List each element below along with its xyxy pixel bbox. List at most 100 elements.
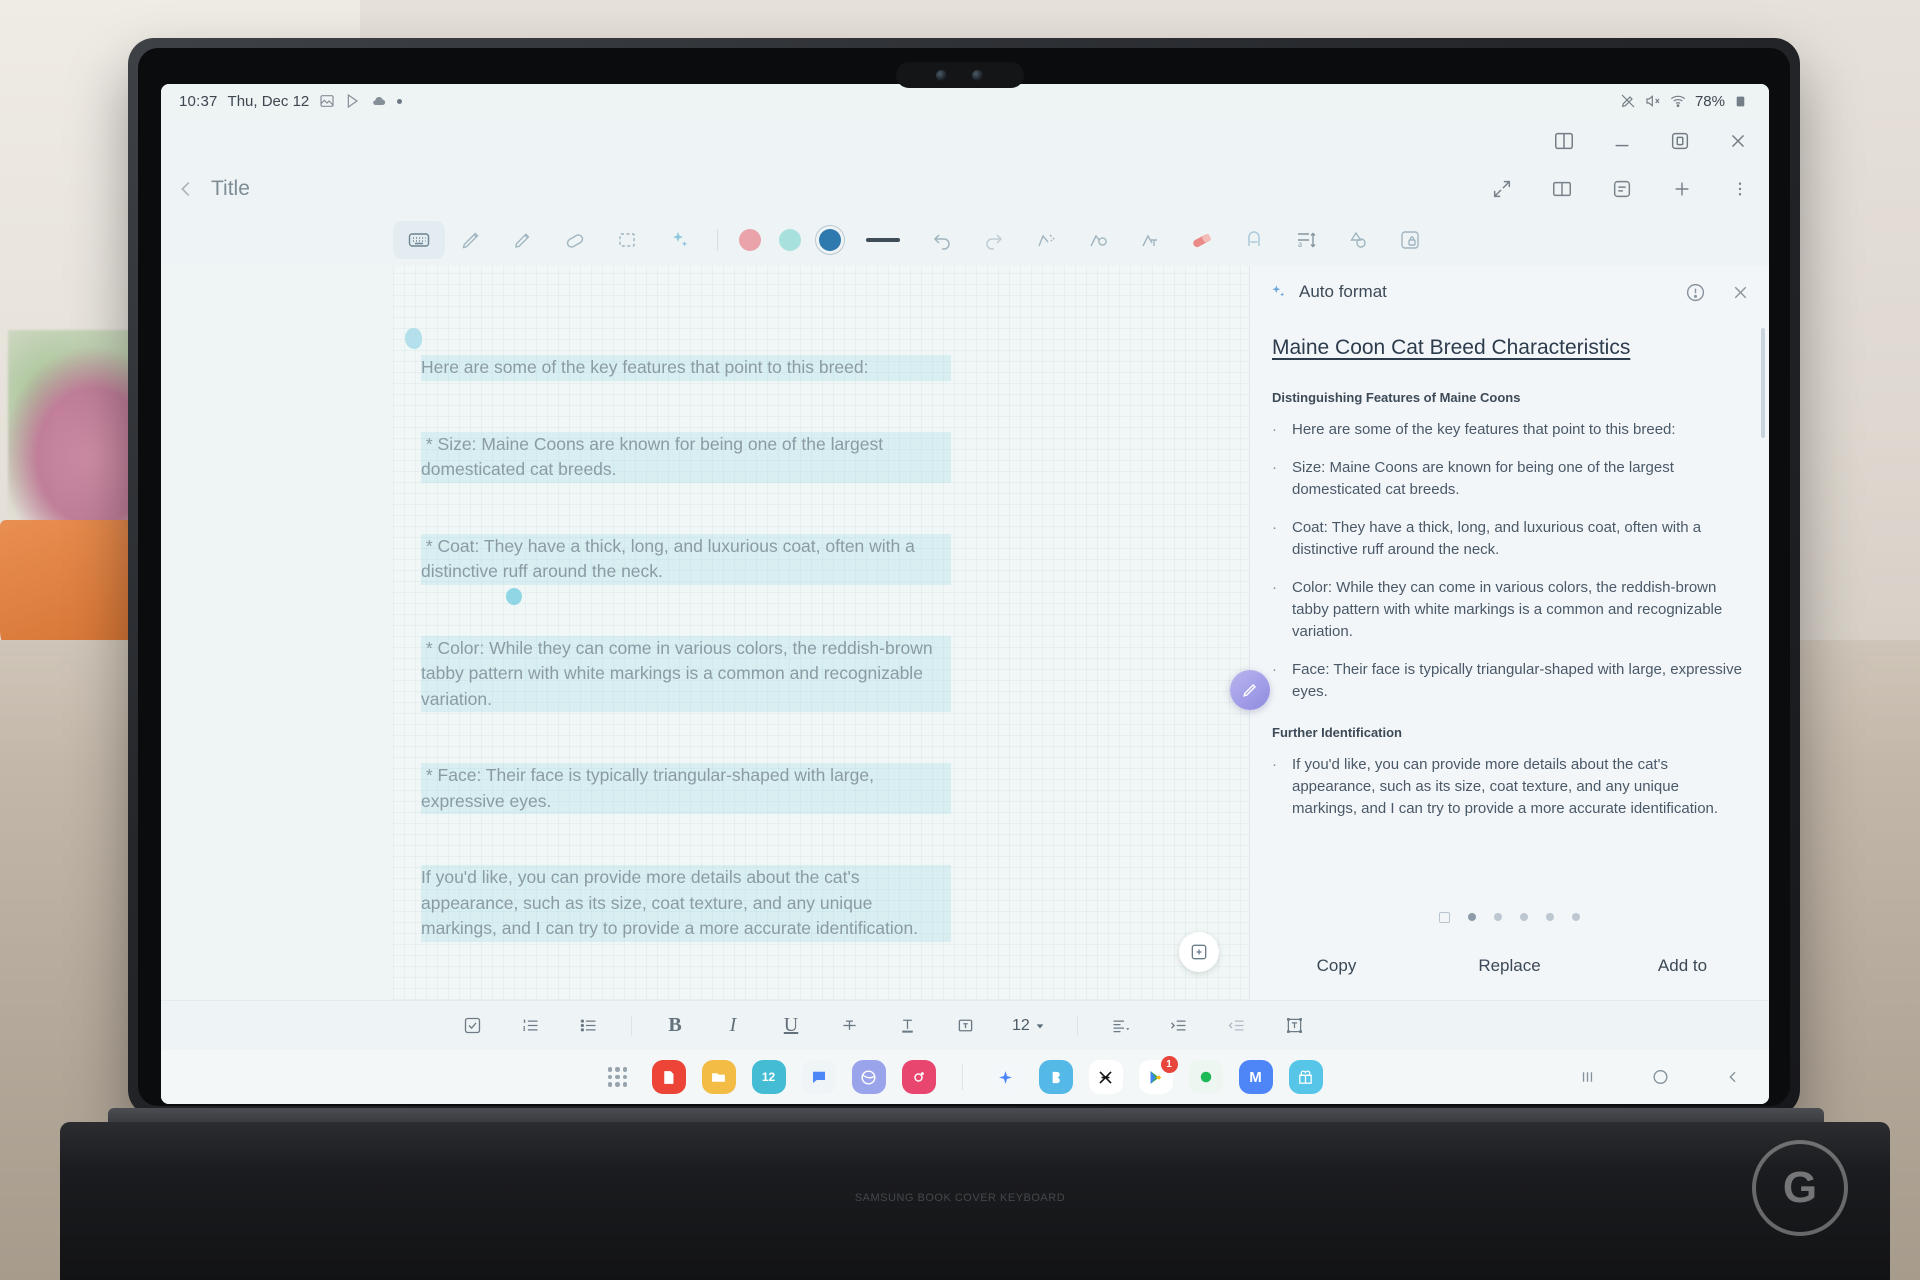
list-item-text: Here are some of the key features that p… bbox=[1292, 421, 1676, 438]
dock-app-capcut[interactable] bbox=[1088, 1060, 1123, 1094]
dock-app-play-store[interactable]: 1 bbox=[1138, 1056, 1178, 1094]
redo-icon[interactable] bbox=[968, 221, 1020, 259]
status-bar-left: 10:37 Thu, Dec 12 bbox=[179, 92, 403, 110]
dock-app-instagram[interactable] bbox=[901, 1060, 936, 1094]
taskbar-dock: 12 1 M bbox=[161, 1050, 1769, 1104]
line-spacing-icon[interactable]: a bbox=[1280, 221, 1332, 259]
more-options-icon[interactable] bbox=[1731, 178, 1749, 200]
align-icon[interactable] bbox=[1092, 1008, 1150, 1044]
bullet-list-icon[interactable] bbox=[559, 1008, 617, 1044]
selection-icon[interactable] bbox=[601, 221, 653, 259]
battery-icon bbox=[1736, 96, 1745, 106]
font-size-selector[interactable]: 12 bbox=[1012, 1017, 1045, 1035]
dock-app-bixby[interactable] bbox=[1038, 1060, 1073, 1094]
close-icon[interactable] bbox=[1727, 130, 1749, 152]
dock-app-spotify[interactable] bbox=[1188, 1060, 1223, 1094]
dock-app-messenger[interactable]: M bbox=[1238, 1060, 1273, 1094]
note-canvas[interactable]: Here are some of the key features that p… bbox=[393, 266, 1249, 1000]
numbered-list-icon[interactable] bbox=[501, 1008, 559, 1044]
strikethrough-icon[interactable] bbox=[820, 1008, 878, 1044]
bold-button[interactable]: B bbox=[646, 1008, 704, 1044]
ai-sparkle-icon[interactable] bbox=[653, 221, 705, 259]
list-item-text: Face: Their face is typically triangular… bbox=[1292, 661, 1742, 700]
add-icon[interactable] bbox=[1671, 178, 1693, 200]
front-camera-notch bbox=[896, 62, 1024, 88]
undo-icon[interactable] bbox=[916, 221, 968, 259]
auto-format-content[interactable]: Maine Coon Cat Breed Characteristics Dis… bbox=[1250, 318, 1769, 902]
underline-button[interactable]: U bbox=[762, 1008, 820, 1044]
dock-app-galaxy-ai[interactable] bbox=[988, 1060, 1023, 1094]
pen-icon[interactable] bbox=[445, 221, 497, 259]
text-color-icon[interactable] bbox=[878, 1008, 936, 1044]
back-icon[interactable] bbox=[1724, 1068, 1743, 1087]
page-dot[interactable] bbox=[1468, 913, 1476, 921]
dock-app-files[interactable] bbox=[701, 1060, 736, 1094]
auto-shape-icon[interactable] bbox=[1072, 221, 1124, 259]
color-swatch-blue[interactable] bbox=[819, 229, 841, 251]
dock-app-calendar[interactable]: 12 bbox=[751, 1060, 786, 1094]
info-icon[interactable] bbox=[1685, 282, 1706, 303]
eraser-icon[interactable] bbox=[549, 221, 601, 259]
lock-icon[interactable] bbox=[1384, 221, 1436, 259]
shapes-icon[interactable] bbox=[1332, 221, 1384, 259]
format-divider bbox=[1076, 1015, 1078, 1036]
dock-app-internet[interactable] bbox=[851, 1060, 886, 1094]
indent-increase-icon[interactable] bbox=[1150, 1008, 1208, 1044]
dock-app-samsung-notes[interactable] bbox=[651, 1060, 686, 1094]
calendar-date-label: 12 bbox=[761, 1070, 776, 1084]
convert-to-text-icon[interactable] bbox=[1124, 221, 1176, 259]
close-icon[interactable] bbox=[1730, 282, 1751, 303]
keyboard-icon[interactable] bbox=[393, 221, 445, 259]
split-view-icon[interactable] bbox=[1553, 130, 1575, 152]
bullet-icon: · bbox=[1272, 579, 1277, 596]
eraser-red-icon[interactable] bbox=[1176, 221, 1228, 259]
italic-button[interactable]: I bbox=[704, 1008, 762, 1044]
page-dot[interactable] bbox=[1572, 913, 1580, 921]
highlighter-icon[interactable] bbox=[497, 221, 549, 259]
text-style-icon[interactable] bbox=[1228, 221, 1280, 259]
chevron-left-icon[interactable] bbox=[175, 178, 197, 200]
minimize-icon[interactable] bbox=[1611, 130, 1633, 152]
note-paragraph: If you'd like, you can provide more deta… bbox=[421, 865, 951, 942]
stroke-thickness-indicator[interactable] bbox=[866, 238, 900, 242]
note-body-text[interactable]: Here are some of the key features that p… bbox=[421, 304, 951, 993]
book-view-icon[interactable] bbox=[1551, 178, 1573, 200]
note-paragraph: * Face: Their face is typically triangul… bbox=[421, 763, 951, 814]
status-time: 10:37 bbox=[179, 92, 218, 110]
list-view-icon[interactable] bbox=[1439, 911, 1450, 923]
text-frame-icon[interactable] bbox=[1266, 1008, 1324, 1044]
outline-icon[interactable] bbox=[1611, 178, 1633, 200]
page-dot[interactable] bbox=[1494, 913, 1502, 921]
pen-fab-button[interactable] bbox=[1230, 670, 1270, 710]
color-swatch-teal[interactable] bbox=[779, 229, 801, 251]
copy-button[interactable]: Copy bbox=[1250, 956, 1423, 976]
checklist-icon[interactable] bbox=[443, 1008, 501, 1044]
dock-app-gift[interactable] bbox=[1288, 1060, 1323, 1094]
canvas-left-margin bbox=[161, 266, 393, 1000]
list-item: · Face: Their face is typically triangul… bbox=[1272, 659, 1747, 703]
list-item: · Coat: They have a thick, long, and lux… bbox=[1272, 517, 1747, 561]
battery-percentage: 78% bbox=[1694, 92, 1725, 110]
recents-icon[interactable] bbox=[1578, 1068, 1597, 1087]
page-dot[interactable] bbox=[1520, 913, 1528, 921]
add-to-button[interactable]: Add to bbox=[1596, 956, 1769, 976]
add-page-button[interactable] bbox=[1179, 932, 1219, 972]
bullet-icon: · bbox=[1272, 459, 1277, 476]
dock-app-messages[interactable] bbox=[801, 1060, 836, 1094]
color-swatch-pink[interactable] bbox=[739, 229, 761, 251]
window-controls bbox=[1553, 130, 1749, 152]
maximize-icon[interactable] bbox=[1669, 130, 1691, 152]
apps-grid-icon[interactable] bbox=[607, 1067, 628, 1087]
list-item-text: Coat: They have a thick, long, and luxur… bbox=[1292, 519, 1702, 558]
bullet-icon: · bbox=[1272, 519, 1277, 536]
expand-icon[interactable] bbox=[1491, 178, 1513, 200]
panel-scrollbar[interactable] bbox=[1761, 328, 1765, 438]
home-icon[interactable] bbox=[1651, 1068, 1670, 1087]
text-box-icon[interactable] bbox=[936, 1008, 994, 1044]
shape-correct-icon[interactable] bbox=[1020, 221, 1072, 259]
page-dot[interactable] bbox=[1546, 913, 1554, 921]
indent-decrease-icon[interactable] bbox=[1208, 1008, 1266, 1044]
replace-button[interactable]: Replace bbox=[1423, 956, 1596, 976]
text-format-toolbar: B I U 12 bbox=[161, 1000, 1769, 1050]
auto-format-actions: Copy Replace Add to bbox=[1250, 932, 1769, 1000]
